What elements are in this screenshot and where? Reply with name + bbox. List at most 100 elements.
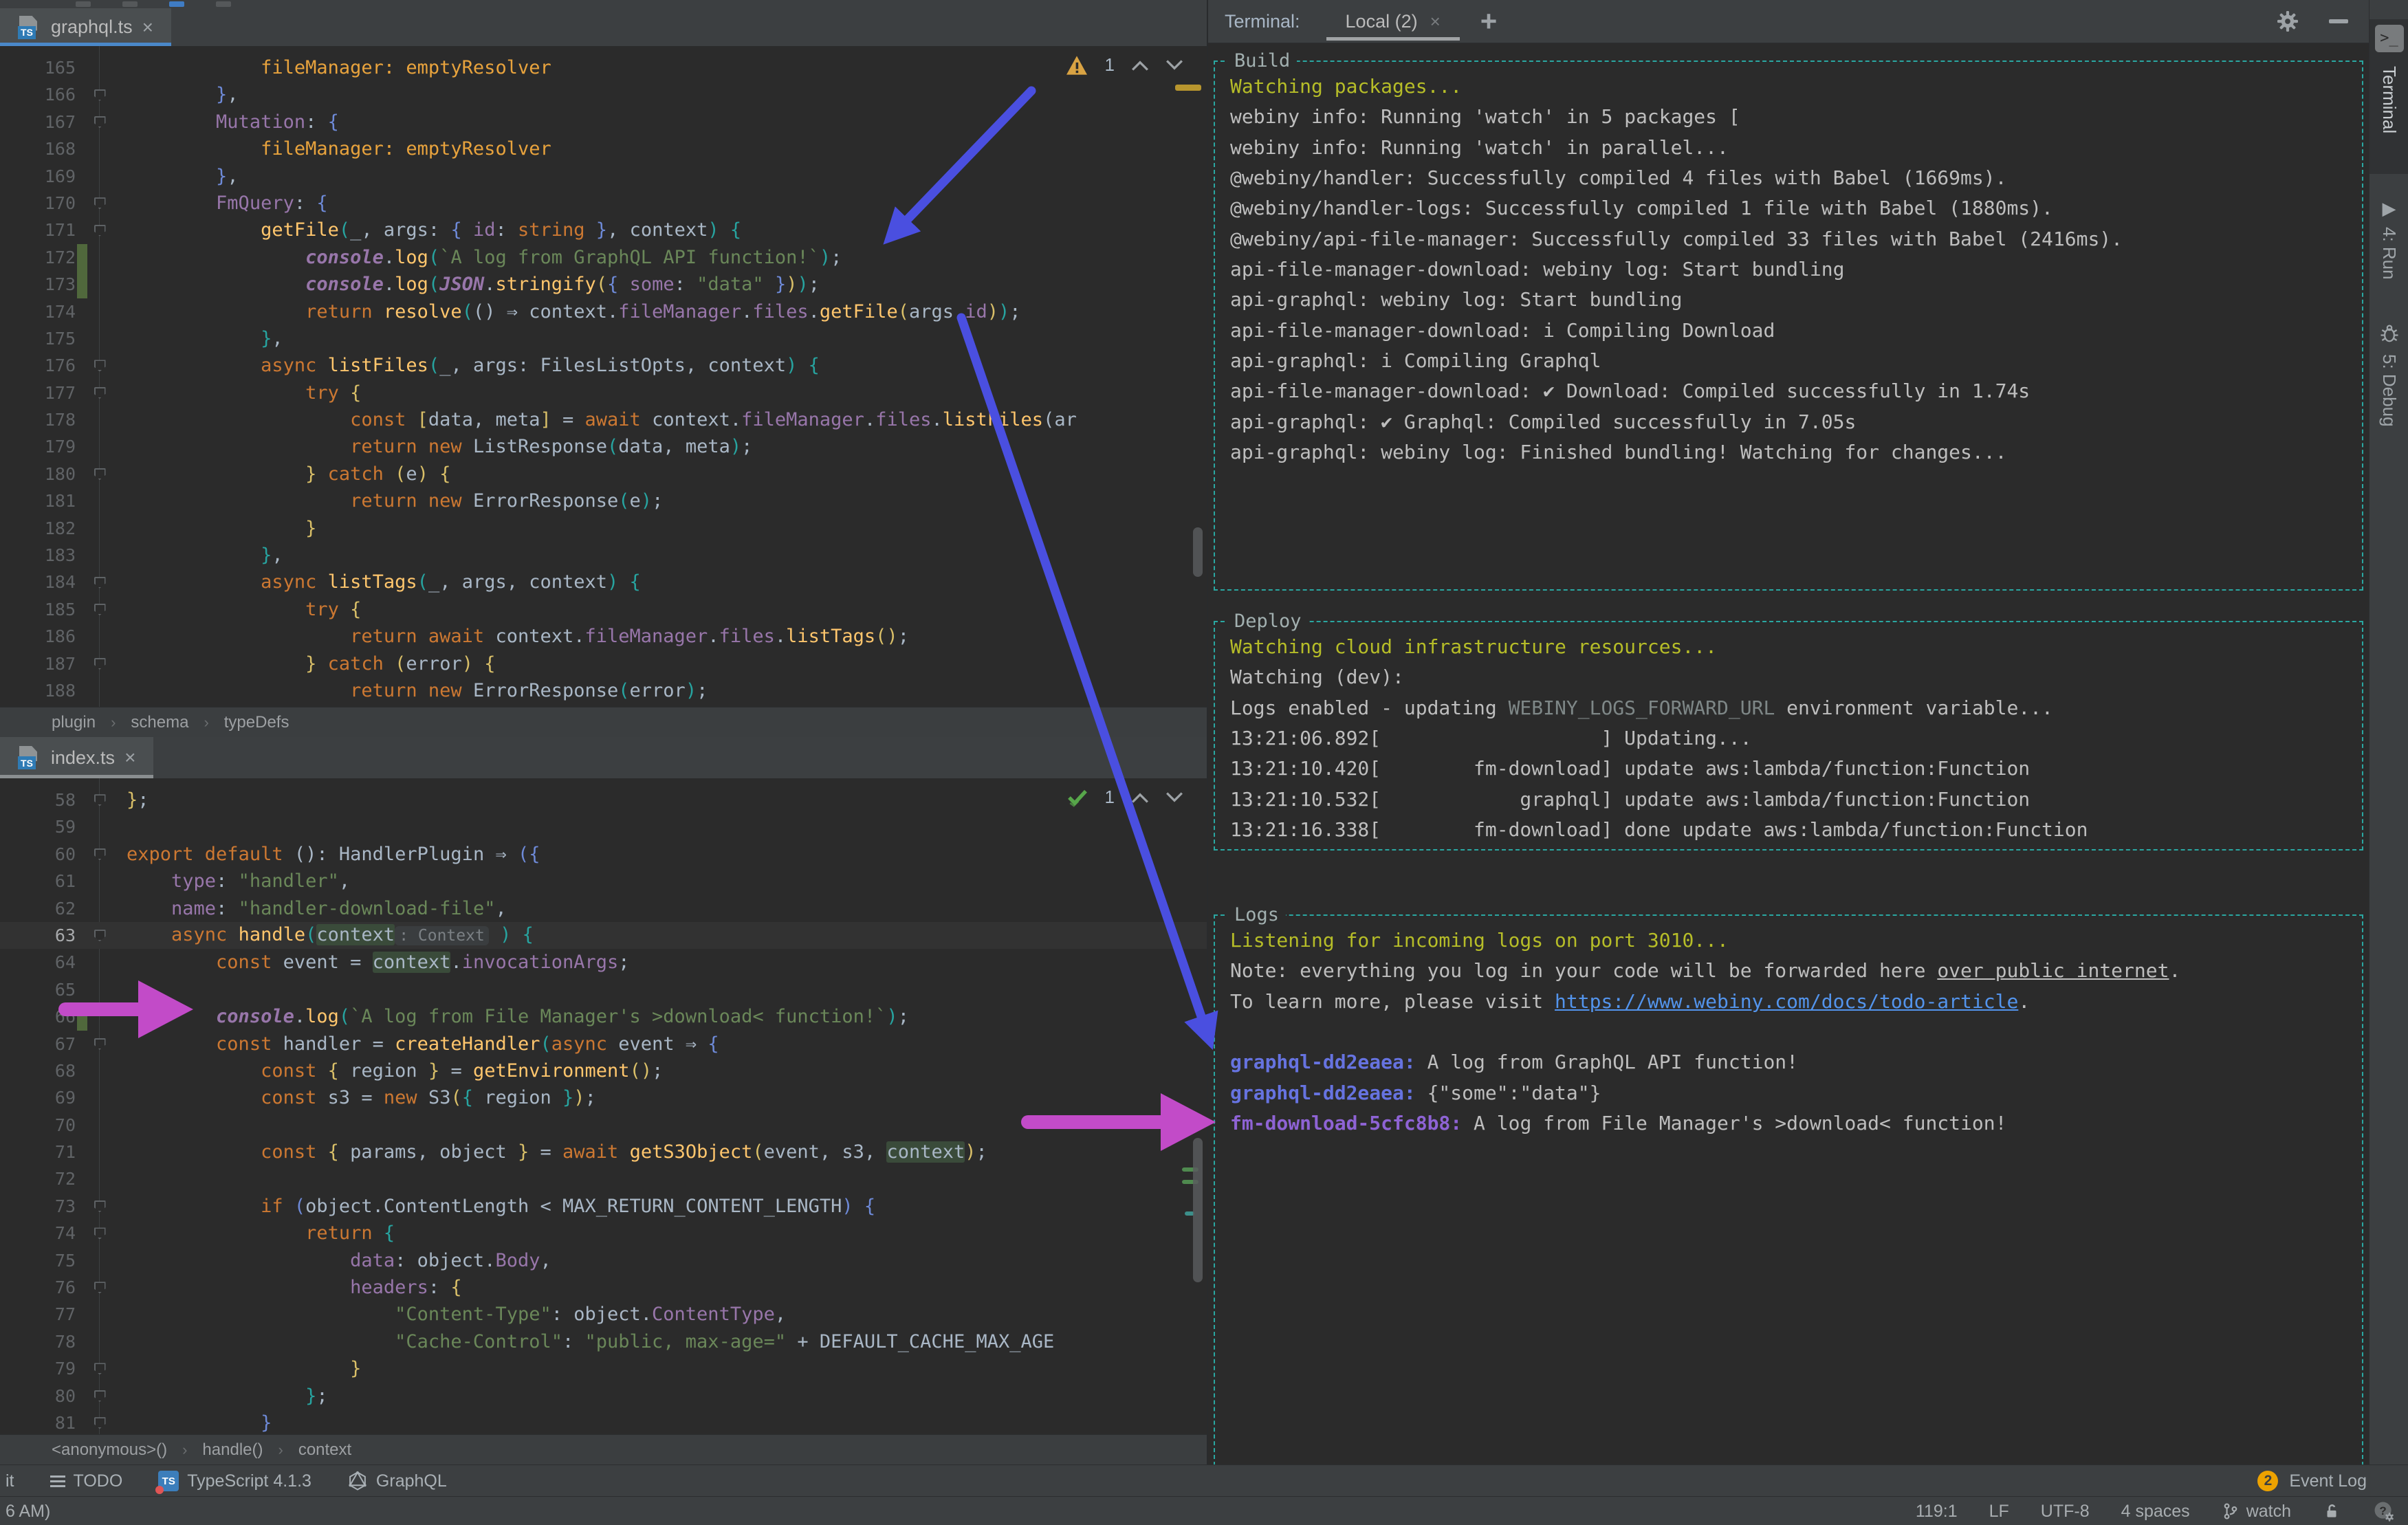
line-number[interactable]: 174	[0, 298, 76, 325]
code-line[interactable]: 180 } catch (e) {	[0, 461, 1207, 487]
code-line[interactable]: 187 } catch (error) {	[0, 650, 1207, 677]
terminal-link[interactable]: https://www.webiny.com/docs/todo-article	[1555, 990, 2018, 1013]
line-number[interactable]: 58	[0, 787, 76, 813]
fold-marker-icon[interactable]	[94, 360, 106, 372]
code-line[interactable]: 79 }	[0, 1355, 1207, 1382]
line-number[interactable]: 173	[0, 271, 76, 298]
close-icon[interactable]: ×	[1430, 11, 1441, 32]
chevron-down-icon[interactable]	[1165, 791, 1183, 804]
line-number[interactable]: 65	[0, 976, 76, 1003]
inspection-badge-warning[interactable]: 1	[1065, 54, 1183, 76]
line-number[interactable]: 64	[0, 949, 76, 976]
line-number[interactable]: 181	[0, 487, 76, 514]
line-number[interactable]: 73	[0, 1193, 76, 1220]
editor-graphql-ts[interactable]: 165 fileManager: emptyResolver 166 }, 167 …	[0, 46, 1207, 707]
toolwindow-git[interactable]: it	[6, 1471, 14, 1491]
fold-marker-icon[interactable]	[94, 1282, 106, 1294]
line-number[interactable]: 169	[0, 163, 76, 190]
unlock-icon[interactable]	[2323, 1501, 2341, 1522]
line-number[interactable]: 74	[0, 1220, 76, 1247]
fold-marker-icon[interactable]	[94, 1417, 106, 1429]
line-number[interactable]: 172	[0, 244, 76, 271]
code-line[interactable]: 61 type: "handler",	[0, 868, 1207, 895]
status-item[interactable]: UTF-8	[2041, 1502, 2090, 1522]
line-number[interactable]: 178	[0, 406, 76, 433]
line-number[interactable]: 176	[0, 352, 76, 379]
code-line[interactable]: 186 return await context.fileManager.fil…	[0, 623, 1207, 650]
line-number[interactable]: 182	[0, 515, 76, 542]
code-line[interactable]: 184 async listTags(_, args, context) {	[0, 569, 1207, 595]
fold-marker-icon[interactable]	[94, 1038, 106, 1050]
code-line[interactable]: 178 const [data, meta] = await context.f…	[0, 406, 1207, 433]
code-line[interactable]: 67 const handler = createHandler(async e…	[0, 1031, 1207, 1057]
debug-icon[interactable]	[2379, 323, 2400, 347]
line-number[interactable]: 186	[0, 623, 76, 650]
chevron-up-icon[interactable]	[1131, 791, 1149, 804]
git-branch-widget[interactable]: watch	[2222, 1502, 2291, 1522]
code-line[interactable]: 59	[0, 813, 1207, 840]
new-terminal-button[interactable]: +	[1480, 7, 1498, 36]
fold-marker-icon[interactable]	[94, 657, 106, 670]
inspection-badge-ok[interactable]: 1	[1066, 787, 1183, 808]
toolwindow-graphql[interactable]: GraphQL	[347, 1471, 447, 1491]
line-number[interactable]: 185	[0, 596, 76, 623]
ide-settings-icon[interactable]: ?	[2372, 1500, 2396, 1523]
line-number[interactable]: 76	[0, 1274, 76, 1301]
code-line[interactable]: 177 try {	[0, 380, 1207, 406]
sidebar-item-run[interactable]: 4: Run	[2378, 227, 2400, 280]
code-line[interactable]: 169 },	[0, 163, 1207, 190]
code-line[interactable]: 75 data: object.Body,	[0, 1247, 1207, 1274]
line-number[interactable]: 77	[0, 1301, 76, 1328]
breadcrumb-item[interactable]: typeDefs	[224, 713, 289, 732]
breadcrumb-item[interactable]: plugin	[52, 713, 96, 732]
fold-marker-icon[interactable]	[94, 224, 106, 237]
code-line[interactable]: 167 Mutation: {	[0, 109, 1207, 135]
line-number[interactable]: 69	[0, 1084, 76, 1111]
fold-marker-icon[interactable]	[94, 848, 106, 860]
code-area[interactable]: 58}; 59 60 export default (): HandlerPlugin…	[0, 778, 1207, 1434]
code-line[interactable]: 168 fileManager: emptyResolver	[0, 135, 1207, 162]
code-area[interactable]: 165 fileManager: emptyResolver 166 }, 167 …	[0, 46, 1207, 704]
line-number[interactable]: 80	[0, 1383, 76, 1409]
line-number[interactable]: 166	[0, 81, 76, 108]
line-number[interactable]: 79	[0, 1355, 76, 1382]
toolwindow-event-log[interactable]: 2 Event Log	[2257, 1471, 2408, 1491]
code-line[interactable]: 172 console.log(`A log from GraphQL API …	[0, 244, 1207, 271]
line-number[interactable]: 62	[0, 895, 76, 922]
code-line[interactable]: 63 async handle(context: Context ) {	[0, 921, 1207, 950]
line-number[interactable]: 60	[0, 841, 76, 868]
close-icon[interactable]: ×	[142, 17, 153, 39]
scrollbar-thumb[interactable]	[1193, 527, 1203, 577]
tab-index-ts[interactable]: TS index.ts ×	[0, 737, 154, 779]
status-item[interactable]: 4 spaces	[2121, 1502, 2190, 1522]
line-number[interactable]: 187	[0, 650, 76, 677]
line-number[interactable]: 72	[0, 1165, 76, 1192]
code-line[interactable]: 170 FmQuery: {	[0, 190, 1207, 217]
breadcrumb-item[interactable]: <anonymous>()	[52, 1440, 167, 1460]
line-number[interactable]: 75	[0, 1247, 76, 1274]
code-line[interactable]: 58};	[0, 787, 1207, 813]
code-line[interactable]: 64 const event = context.invocationArgs;	[0, 949, 1207, 976]
line-number[interactable]: 179	[0, 433, 76, 460]
fold-marker-icon[interactable]	[94, 468, 106, 481]
fold-marker-icon[interactable]	[94, 197, 106, 210]
fold-marker-icon[interactable]	[94, 89, 106, 101]
code-line[interactable]: 73 if (object.ContentLength < MAX_RETURN…	[0, 1193, 1207, 1220]
editor-index-ts[interactable]: 58}; 59 60 export default (): HandlerPlugin…	[0, 778, 1207, 1434]
line-number[interactable]: 165	[0, 54, 76, 81]
code-line[interactable]: 179 return new ListResponse(data, meta);	[0, 433, 1207, 460]
breadcrumb-item[interactable]: handle()	[202, 1440, 263, 1460]
code-line[interactable]: 174 return resolve(() ⇒ context.fileMana…	[0, 298, 1207, 325]
line-number[interactable]: 68	[0, 1057, 76, 1084]
fold-marker-icon[interactable]	[94, 386, 106, 399]
code-line[interactable]: 173 console.log(JSON.stringify({ some: "…	[0, 271, 1207, 298]
line-number[interactable]: 67	[0, 1031, 76, 1057]
code-line[interactable]: 80 };	[0, 1383, 1207, 1409]
line-number[interactable]: 184	[0, 569, 76, 595]
fold-marker-icon[interactable]	[94, 1227, 106, 1240]
code-line[interactable]: 81 }	[0, 1409, 1207, 1434]
line-number[interactable]: 81	[0, 1409, 76, 1434]
code-line[interactable]: 62 name: "handler-download-file",	[0, 895, 1207, 922]
code-line[interactable]: 175 },	[0, 325, 1207, 352]
chevron-down-icon[interactable]	[1165, 59, 1183, 72]
